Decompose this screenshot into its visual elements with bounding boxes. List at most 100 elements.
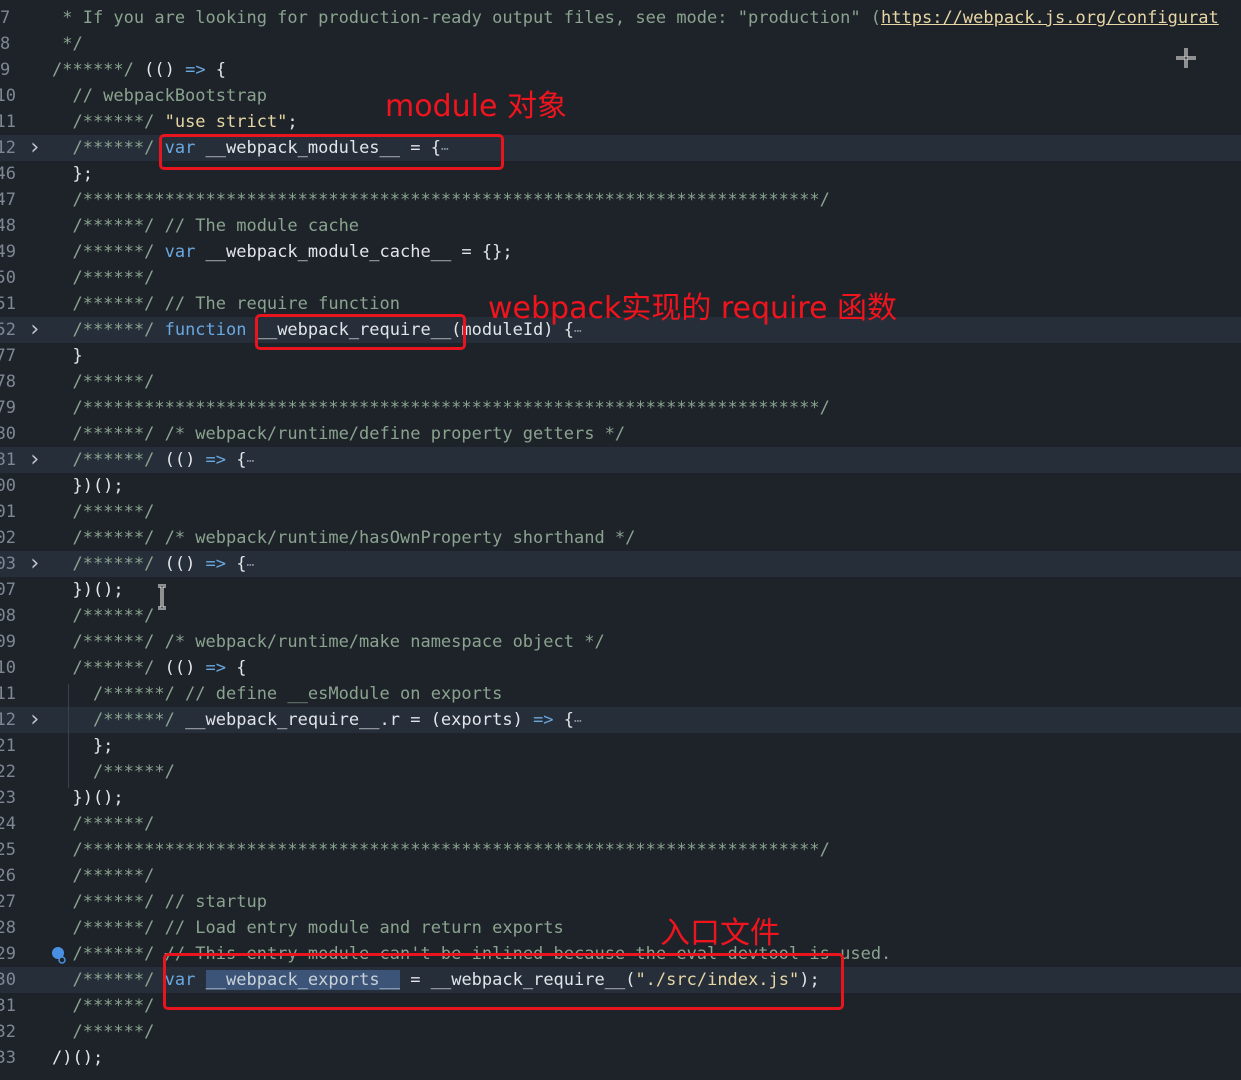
code-token: /******/ <box>52 242 165 262</box>
code-token: /)(); <box>52 1048 104 1068</box>
code-line[interactable]: 111 /******/ // define __esModule on exp… <box>0 681 1241 707</box>
code-line[interactable]: 102 /******/ /* webpack/runtime/hasOwnPr… <box>0 525 1241 551</box>
code-token: => <box>205 554 227 574</box>
line-number: 79 <box>0 398 16 418</box>
code-token: /******/ // The module cache <box>52 216 360 236</box>
annotation-require: webpack实现的 require 函数 <box>488 291 898 326</box>
code-line[interactable]: 49 /******/ var __webpack_module_cache__… <box>0 239 1241 265</box>
code-text: /******/ <box>52 993 154 1019</box>
code-line[interactable]: 110 /******/ (() => { <box>0 655 1241 681</box>
code-line[interactable]: 81 › /******/ (() => {⋯ <box>0 447 1241 473</box>
code-token: /******/ <box>52 866 155 886</box>
code-line[interactable]: 125 /***********************************… <box>0 837 1241 863</box>
code-token: /******/ <box>52 658 165 678</box>
code-token: { <box>205 60 227 80</box>
code-text: })(); <box>52 473 123 499</box>
fold-chevron-icon[interactable]: › <box>28 317 42 343</box>
code-line[interactable]: 128 /******/ // Load entry module and re… <box>0 915 1241 941</box>
code-line[interactable]: 10 // webpackBootstrap <box>0 83 1241 109</box>
code-token: /******/ <box>52 970 165 990</box>
line-number: 108 <box>0 606 16 626</box>
code-text: /******/ /* webpack/runtime/hasOwnProper… <box>52 525 635 551</box>
code-line[interactable]: 47 /************************************… <box>0 187 1241 213</box>
code-line[interactable]: 126 /******/ <box>0 863 1241 889</box>
code-line[interactable]: 123 })(); <box>0 785 1241 811</box>
fold-chevron-icon[interactable]: › <box>28 135 42 161</box>
code-line[interactable]: 124 /******/ <box>0 811 1241 837</box>
line-number: 7 <box>0 8 11 28</box>
code-line[interactable]: 122 /******/ <box>0 759 1241 785</box>
code-token: ⋯ <box>574 714 582 729</box>
code-token: { <box>226 554 247 574</box>
code-line[interactable]: 78 /******/ <box>0 369 1241 395</box>
code-line[interactable]: 50 /******/ <box>0 265 1241 291</box>
code-line[interactable]: 100 })(); <box>0 473 1241 499</box>
annotation-entry: 入口文件 <box>660 916 780 951</box>
code-token: => <box>205 450 227 470</box>
code-token: => <box>185 60 206 80</box>
code-token: __webpack_require__.r = (exports) <box>185 710 534 730</box>
code-line[interactable]: 103 › /******/ (() => {⋯ <box>0 551 1241 577</box>
code-line[interactable]: 132 /******/ <box>0 1019 1241 1045</box>
line-number: 81 <box>0 450 16 470</box>
code-editor[interactable]: 7 * If you are looking for production-re… <box>0 0 1241 1080</box>
indent-guide <box>68 684 69 788</box>
code-text: /******/ <box>52 811 154 837</box>
line-number: 131 <box>0 996 16 1016</box>
code-line[interactable]: 11 /******/ "use strict"; <box>0 109 1241 135</box>
line-number: 11 <box>0 112 16 132</box>
fold-chevron-icon[interactable]: › <box>28 707 42 733</box>
lightbulb-icon[interactable] <box>51 946 67 964</box>
code-line[interactable]: 108 /******/ <box>0 603 1241 629</box>
code-token: var <box>164 242 196 262</box>
line-number: 122 <box>0 762 16 782</box>
code-token: /******/ <box>52 814 155 834</box>
code-text: /******/ (() => {⋯ <box>52 447 254 475</box>
line-number: 110 <box>0 658 16 678</box>
code-line[interactable]: 48 /******/ // The module cache <box>0 213 1241 239</box>
line-number: 80 <box>0 424 16 444</box>
highlight-box-entry <box>163 953 844 1010</box>
code-line[interactable]: 77 } <box>0 343 1241 369</box>
code-text: /******/ "use strict"; <box>52 109 297 135</box>
code-line[interactable]: 107 })(); <box>0 577 1241 603</box>
code-token: ⋯ <box>574 324 582 339</box>
code-text: /******/ // The module cache <box>52 213 359 239</box>
code-token: /******/ <box>52 1022 155 1042</box>
code-line[interactable]: 133 /)(); <box>0 1045 1241 1071</box>
line-number: 133 <box>0 1048 16 1068</box>
fold-chevron-icon[interactable]: › <box>28 551 42 577</box>
code-text: /******/ (() => { <box>52 655 246 681</box>
code-line[interactable]: 112 › /******/ __webpack_require__.r = (e… <box>0 707 1241 733</box>
code-line[interactable]: 121 }; <box>0 733 1241 759</box>
code-line[interactable]: 101 /******/ <box>0 499 1241 525</box>
code-line[interactable]: 79 /************************************… <box>0 395 1241 421</box>
code-text: } <box>52 343 82 369</box>
code-text: */ <box>52 31 82 57</box>
code-line[interactable]: 7 * If you are looking for production-re… <box>0 5 1241 31</box>
code-text: /******/ <box>52 499 154 525</box>
code-token: /***************************************… <box>52 190 830 210</box>
code-line[interactable]: 9 /******/ (() => { <box>0 57 1241 83</box>
code-text: /)(); <box>52 1045 103 1071</box>
line-number: 107 <box>0 580 16 600</box>
code-text: /******/ <box>52 603 154 629</box>
text-cursor-icon <box>158 584 166 610</box>
code-token: /******/ <box>52 944 165 964</box>
line-number: 111 <box>0 684 16 704</box>
code-text: /******/ // define __esModule on exports <box>52 681 502 707</box>
fold-chevron-icon[interactable]: › <box>28 447 42 473</box>
code-token: /******/ <box>52 112 165 132</box>
code-text: /******/ <box>52 1019 154 1045</box>
line-number: 121 <box>0 736 16 756</box>
code-text: }; <box>52 733 113 759</box>
code-line[interactable]: 109 /******/ /* webpack/runtime/make nam… <box>0 629 1241 655</box>
code-token: /***************************************… <box>52 840 830 860</box>
line-number: 127 <box>0 892 16 912</box>
code-line[interactable]: 80 /******/ /* webpack/runtime/define pr… <box>0 421 1241 447</box>
code-token: /******/ /* webpack/runtime/hasOwnProper… <box>52 528 636 548</box>
code-token: (() <box>164 554 206 574</box>
code-line[interactable]: 127 /******/ // startup <box>0 889 1241 915</box>
code-line[interactable]: 8 */ <box>0 31 1241 57</box>
code-token: /******/ <box>52 138 165 158</box>
